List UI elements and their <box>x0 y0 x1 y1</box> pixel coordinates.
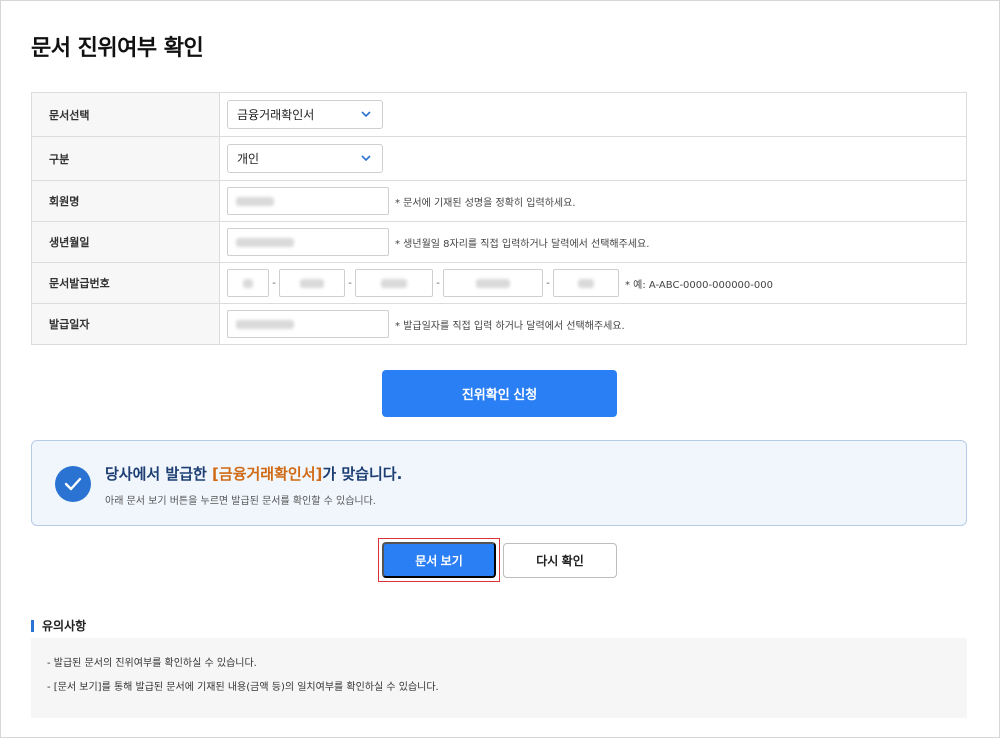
section-bar <box>31 619 34 632</box>
page-title: 문서 진위여부 확인 <box>31 36 204 61</box>
redacted-value <box>236 237 294 247</box>
doc-number-seg-5[interactable] <box>553 269 619 297</box>
issue-date-input[interactable] <box>227 310 389 338</box>
separator: - <box>272 277 276 289</box>
issue-date-label: 발급일자 <box>32 304 220 344</box>
issue-date-hint: * 발급일자를 직접 입력 하거나 달력에서 선택해주세요. <box>395 320 625 332</box>
result-subtext: 아래 문서 보기 버튼을 누르면 발급된 문서를 확인할 수 있습니다. <box>105 496 376 507</box>
doc-number-seg-1[interactable] <box>227 269 269 297</box>
doc-number-seg-3[interactable] <box>355 269 433 297</box>
doc-number-hint: * 예: A-ABC-0000-000000-000 <box>625 279 773 291</box>
row-member-name: 회원명 * 문서에 기재된 성명을 정확히 입력하세요. <box>32 181 966 222</box>
view-document-button[interactable]: 문서 보기 <box>382 542 496 578</box>
doc-number-label: 문서발급번호 <box>32 263 220 303</box>
redacted-value <box>236 319 294 329</box>
category-value: 개인 <box>237 152 260 166</box>
row-birth-date: 생년월일 * 생년월일 8자리를 직접 입력하거나 달력에서 선택해주세요. <box>32 222 966 263</box>
doc-select-dropdown[interactable]: 금융거래확인서 <box>227 100 383 129</box>
notes-title: 유의사항 <box>31 617 86 634</box>
birth-date-hint: * 생년월일 8자리를 직접 입력하거나 달력에서 선택해주세요. <box>395 238 650 250</box>
row-doc-select: 문서선택 금융거래확인서 <box>32 93 966 137</box>
note-item: - [문서 보기]를 통해 발급된 문서에 기재된 내용(금액 등)의 일치여부… <box>47 682 439 693</box>
member-name-hint: * 문서에 기재된 성명을 정확히 입력하세요. <box>395 197 576 209</box>
verify-apply-button[interactable]: 진위확인 신청 <box>382 370 617 417</box>
doc-number-seg-4[interactable] <box>443 269 543 297</box>
birth-date-label: 생년월일 <box>32 222 220 262</box>
verification-form: 문서선택 금융거래확인서 구분 개인 회원명 * 문서에 기재된 성명을 정확히… <box>31 92 967 345</box>
result-heading: 당사에서 발급한 [금융거래확인서]가 맞습니다. <box>105 465 403 483</box>
member-name-label: 회원명 <box>32 181 220 221</box>
result-doc-name: [금융거래확인서] <box>212 465 323 483</box>
category-dropdown[interactable]: 개인 <box>227 144 383 173</box>
separator: - <box>546 277 550 289</box>
recheck-button[interactable]: 다시 확인 <box>503 543 617 578</box>
doc-number-seg-2[interactable] <box>279 269 345 297</box>
separator: - <box>436 277 440 289</box>
notes-box: - 발급된 문서의 진위여부를 확인하실 수 있습니다. - [문서 보기]를 … <box>31 638 967 718</box>
row-category: 구분 개인 <box>32 137 966 181</box>
check-icon <box>55 466 91 502</box>
row-issue-date: 발급일자 * 발급일자를 직접 입력 하거나 달력에서 선택해주세요. <box>32 304 966 345</box>
doc-select-value: 금융거래확인서 <box>237 108 315 122</box>
result-panel: 당사에서 발급한 [금융거래확인서]가 맞습니다. 아래 문서 보기 버튼을 누… <box>31 440 967 526</box>
separator: - <box>348 277 352 289</box>
chevron-down-icon <box>359 108 373 122</box>
doc-select-label: 문서선택 <box>32 93 220 136</box>
chevron-down-icon <box>359 152 373 166</box>
member-name-input[interactable] <box>227 187 389 215</box>
birth-date-input[interactable] <box>227 228 389 256</box>
row-doc-number: 문서발급번호 - - - - * 예: A-ABC-0000-000000-00… <box>32 263 966 304</box>
redacted-value <box>236 196 274 206</box>
category-label: 구분 <box>32 137 220 180</box>
note-item: - 발급된 문서의 진위여부를 확인하실 수 있습니다. <box>47 658 257 669</box>
